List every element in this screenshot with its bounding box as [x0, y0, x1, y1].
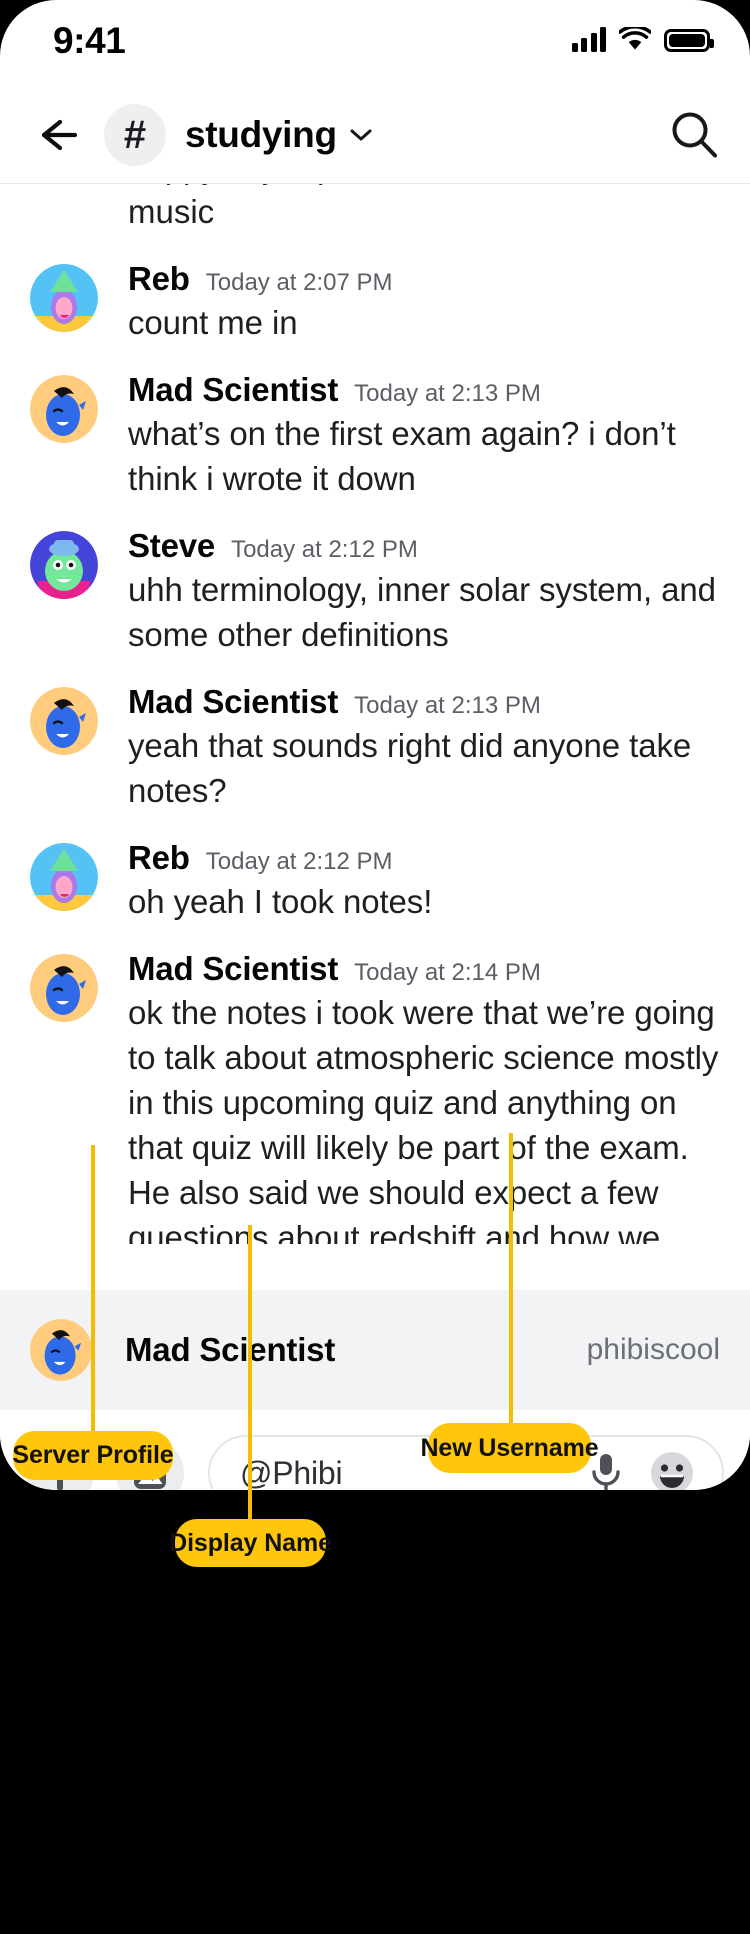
message-text: what’s on the first exam again? i don’t …	[128, 411, 724, 501]
search-icon[interactable]	[668, 109, 720, 161]
message-input-field[interactable]: @Phibi	[208, 1435, 724, 1490]
mad-scientist-avatar	[30, 1319, 92, 1381]
channel-hash-badge: #	[104, 104, 166, 166]
message-item[interactable]: Reb Today at 2:07 PM count me in	[0, 260, 750, 345]
cellular-bars-icon	[572, 26, 607, 52]
hash-icon: #	[124, 115, 146, 155]
mention-suggestion-row[interactable]: Mad Scientist phibiscool	[0, 1290, 750, 1410]
status-icons	[572, 26, 711, 52]
status-time: 9:41	[53, 20, 125, 62]
mad-scientist-avatar[interactable]	[30, 954, 98, 1022]
callout-display-name: Display Name	[175, 1519, 326, 1567]
mad-scientist-avatar[interactable]	[30, 375, 98, 443]
message-timestamp: Today at 2:12 PM	[206, 848, 393, 876]
message-text: oh yeah I took notes!	[128, 879, 724, 924]
smiley-face-icon[interactable]	[648, 1449, 696, 1490]
message-item[interactable]: Reb Today at 2:12 PM oh yeah I took note…	[0, 839, 750, 924]
chevron-down-icon[interactable]	[350, 128, 372, 142]
message-input-value[interactable]: @Phibi	[240, 1455, 590, 1491]
back-arrow-icon[interactable]	[34, 111, 82, 159]
reb-avatar[interactable]	[30, 843, 98, 911]
suggestion-display-name: Mad Scientist	[125, 1331, 335, 1369]
message-input-bar: @Phibi	[0, 1410, 750, 1490]
message-list[interactable]: happy to jump on a call and listen to mu…	[0, 184, 750, 1244]
microphone-icon[interactable]	[590, 1452, 622, 1490]
message-text: count me in	[128, 300, 724, 345]
message-text: ok the notes i took were that we’re goin…	[128, 990, 724, 1244]
message-timestamp: Today at 2:12 PM	[231, 536, 418, 564]
status-bar: 9:41	[0, 0, 750, 86]
message-timestamp: Today at 2:07 PM	[206, 269, 393, 297]
plus-icon	[43, 1456, 77, 1490]
message-author[interactable]: Steve	[128, 527, 215, 565]
message-author[interactable]: Mad Scientist	[128, 950, 338, 988]
message-author[interactable]: Mad Scientist	[128, 371, 338, 409]
message-timestamp: Today at 2:14 PM	[354, 959, 541, 987]
message-author[interactable]: Reb	[128, 260, 190, 298]
suggestion-username: phibiscool	[587, 1333, 720, 1367]
open-gallery-button[interactable]	[116, 1439, 184, 1490]
reb-avatar[interactable]	[30, 264, 98, 332]
phone-screen: 9:41 # studying ha	[0, 0, 750, 1490]
channel-header: # studying	[0, 86, 750, 184]
message-author[interactable]: Mad Scientist	[128, 683, 338, 721]
message-timestamp: Today at 2:13 PM	[354, 380, 541, 408]
message-timestamp: Today at 2:13 PM	[354, 692, 541, 720]
battery-full-icon	[664, 29, 710, 52]
message-item[interactable]: Mad Scientist Today at 2:13 PM what’s on…	[0, 371, 750, 501]
image-icon	[130, 1453, 170, 1490]
channel-name[interactable]: studying	[185, 114, 337, 156]
message-author[interactable]: Reb	[128, 839, 190, 877]
wifi-icon	[619, 27, 651, 52]
scrolled-partial-message: happy to jump on a call and listen to mu…	[0, 184, 750, 234]
add-attachment-button[interactable]	[26, 1439, 94, 1490]
message-item[interactable]: Steve Today at 2:12 PM uhh terminology, …	[0, 527, 750, 657]
message-text: yeah that sounds right did anyone take n…	[128, 723, 724, 813]
message-item[interactable]: Mad Scientist Today at 2:14 PM ok the no…	[0, 950, 750, 1244]
message-item[interactable]: Mad Scientist Today at 2:13 PM yeah that…	[0, 683, 750, 813]
message-text: uhh terminology, inner solar system, and…	[128, 567, 724, 657]
mad-scientist-avatar[interactable]	[30, 687, 98, 755]
steve-avatar[interactable]	[30, 531, 98, 599]
